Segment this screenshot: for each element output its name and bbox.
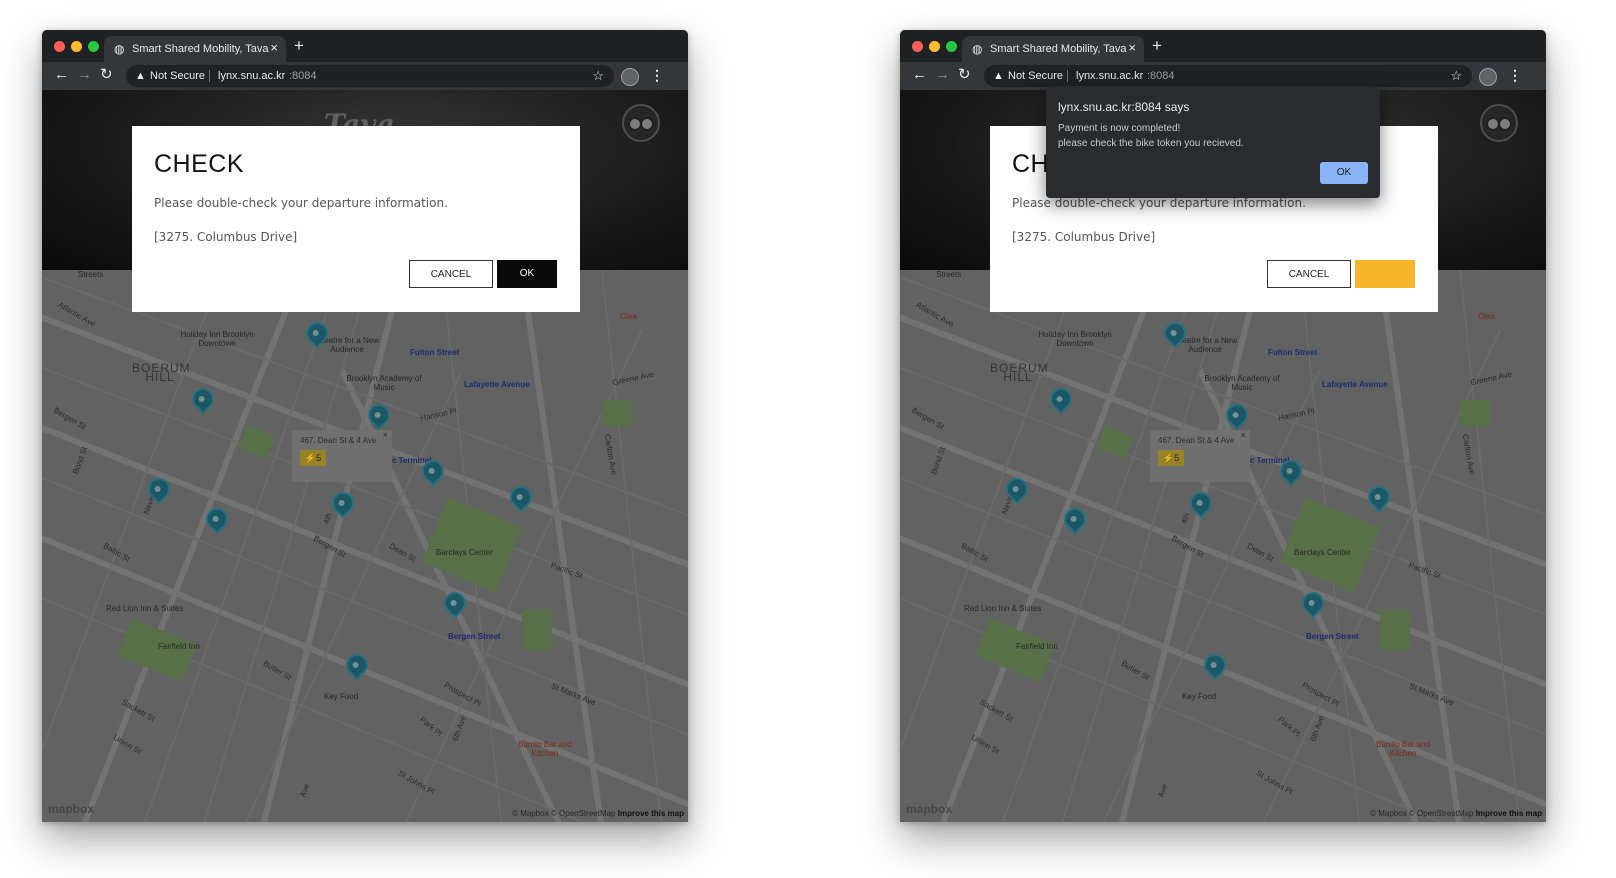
cancel-button[interactable]: CANCEL <box>1267 260 1351 288</box>
tab-active[interactable]: ◍ Smart Shared Mobility, Tava × <box>962 36 1144 62</box>
address-separator <box>1067 70 1068 82</box>
tab-strip: ◍ Smart Shared Mobility, Tava × + <box>42 30 688 62</box>
alert-message-line2: please check the bike token you recieved… <box>1058 138 1244 149</box>
security-label: Not Secure <box>1008 70 1064 82</box>
back-button[interactable]: ← <box>54 66 69 84</box>
browser-menu-icon[interactable]: ⋮ <box>650 66 664 84</box>
browser-toolbar: ← → ↻ ▲ Not Secure lynx.snu.ac.kr :8084 … <box>42 62 688 90</box>
minimize-window-button[interactable] <box>71 41 82 52</box>
modal-location: [3275. Columbus Drive] <box>154 230 298 244</box>
minimize-window-button[interactable] <box>929 41 940 52</box>
page-content: Tava <box>42 90 688 822</box>
globe-icon: ◍ <box>114 42 125 56</box>
reload-button[interactable]: ↻ <box>958 66 971 84</box>
url-host: lynx.snu.ac.kr <box>1076 70 1144 82</box>
tab-title: Smart Shared Mobility, Tava <box>990 43 1127 55</box>
tab-close-icon[interactable]: × <box>270 41 278 55</box>
reload-button[interactable]: ↻ <box>100 66 113 84</box>
address-separator <box>209 70 210 82</box>
cancel-button[interactable]: CANCEL <box>409 260 493 288</box>
forward-button[interactable]: → <box>935 66 950 84</box>
alert-title: lynx.snu.ac.kr:8084 says <box>1058 100 1190 114</box>
security-label: Not Secure <box>150 70 206 82</box>
close-window-button[interactable] <box>912 41 923 52</box>
browser-window-left: ◍ Smart Shared Mobility, Tava × + ← → ↻ … <box>42 30 688 822</box>
ok-button-pending[interactable] <box>1355 260 1415 288</box>
tab-close-icon[interactable]: × <box>1128 41 1136 55</box>
back-button[interactable]: ← <box>912 66 927 84</box>
new-tab-button[interactable]: + <box>294 37 304 55</box>
modal-message: Please double-check your departure infor… <box>154 196 448 210</box>
bookmark-star-icon[interactable]: ☆ <box>592 67 604 84</box>
new-tab-button[interactable]: + <box>1152 37 1162 55</box>
warning-icon: ▲ <box>135 70 146 82</box>
alert-ok-button[interactable]: OK <box>1320 162 1368 184</box>
maximize-window-button[interactable] <box>88 41 99 52</box>
tab-title: Smart Shared Mobility, Tava <box>132 43 269 55</box>
browser-window-right: ◍ Smart Shared Mobility, Tava × + ← → ↻ … <box>900 30 1546 822</box>
browser-menu-icon[interactable]: ⋮ <box>1508 66 1522 84</box>
warning-icon: ▲ <box>993 70 1004 82</box>
address-bar[interactable]: ▲ Not Secure lynx.snu.ac.kr :8084 ☆ <box>126 65 614 87</box>
url-host: lynx.snu.ac.kr <box>218 70 286 82</box>
address-bar[interactable]: ▲ Not Secure lynx.snu.ac.kr :8084 ☆ <box>984 65 1472 87</box>
maximize-window-button[interactable] <box>946 41 957 52</box>
url-port: :8084 <box>289 70 317 82</box>
url-port: :8084 <box>1147 70 1175 82</box>
profile-avatar[interactable] <box>1479 68 1497 86</box>
check-modal: CHECK Please double-check your departure… <box>132 126 580 312</box>
js-alert-dialog: lynx.snu.ac.kr:8084 says Payment is now … <box>1046 86 1380 198</box>
tab-strip: ◍ Smart Shared Mobility, Tava × + <box>900 30 1546 62</box>
modal-message: Please double-check your departure infor… <box>1012 196 1306 210</box>
close-window-button[interactable] <box>54 41 65 52</box>
alert-message-line1: Payment is now completed! <box>1058 123 1181 134</box>
forward-button[interactable]: → <box>77 66 92 84</box>
globe-icon: ◍ <box>972 42 983 56</box>
page-content: Tava <box>900 90 1546 822</box>
modal-title: CHECK <box>154 150 245 178</box>
profile-avatar[interactable] <box>621 68 639 86</box>
bookmark-star-icon[interactable]: ☆ <box>1450 67 1462 84</box>
ok-button[interactable]: OK <box>497 260 557 288</box>
modal-location: [3275. Columbus Drive] <box>1012 230 1156 244</box>
tab-active[interactable]: ◍ Smart Shared Mobility, Tava × <box>104 36 286 62</box>
